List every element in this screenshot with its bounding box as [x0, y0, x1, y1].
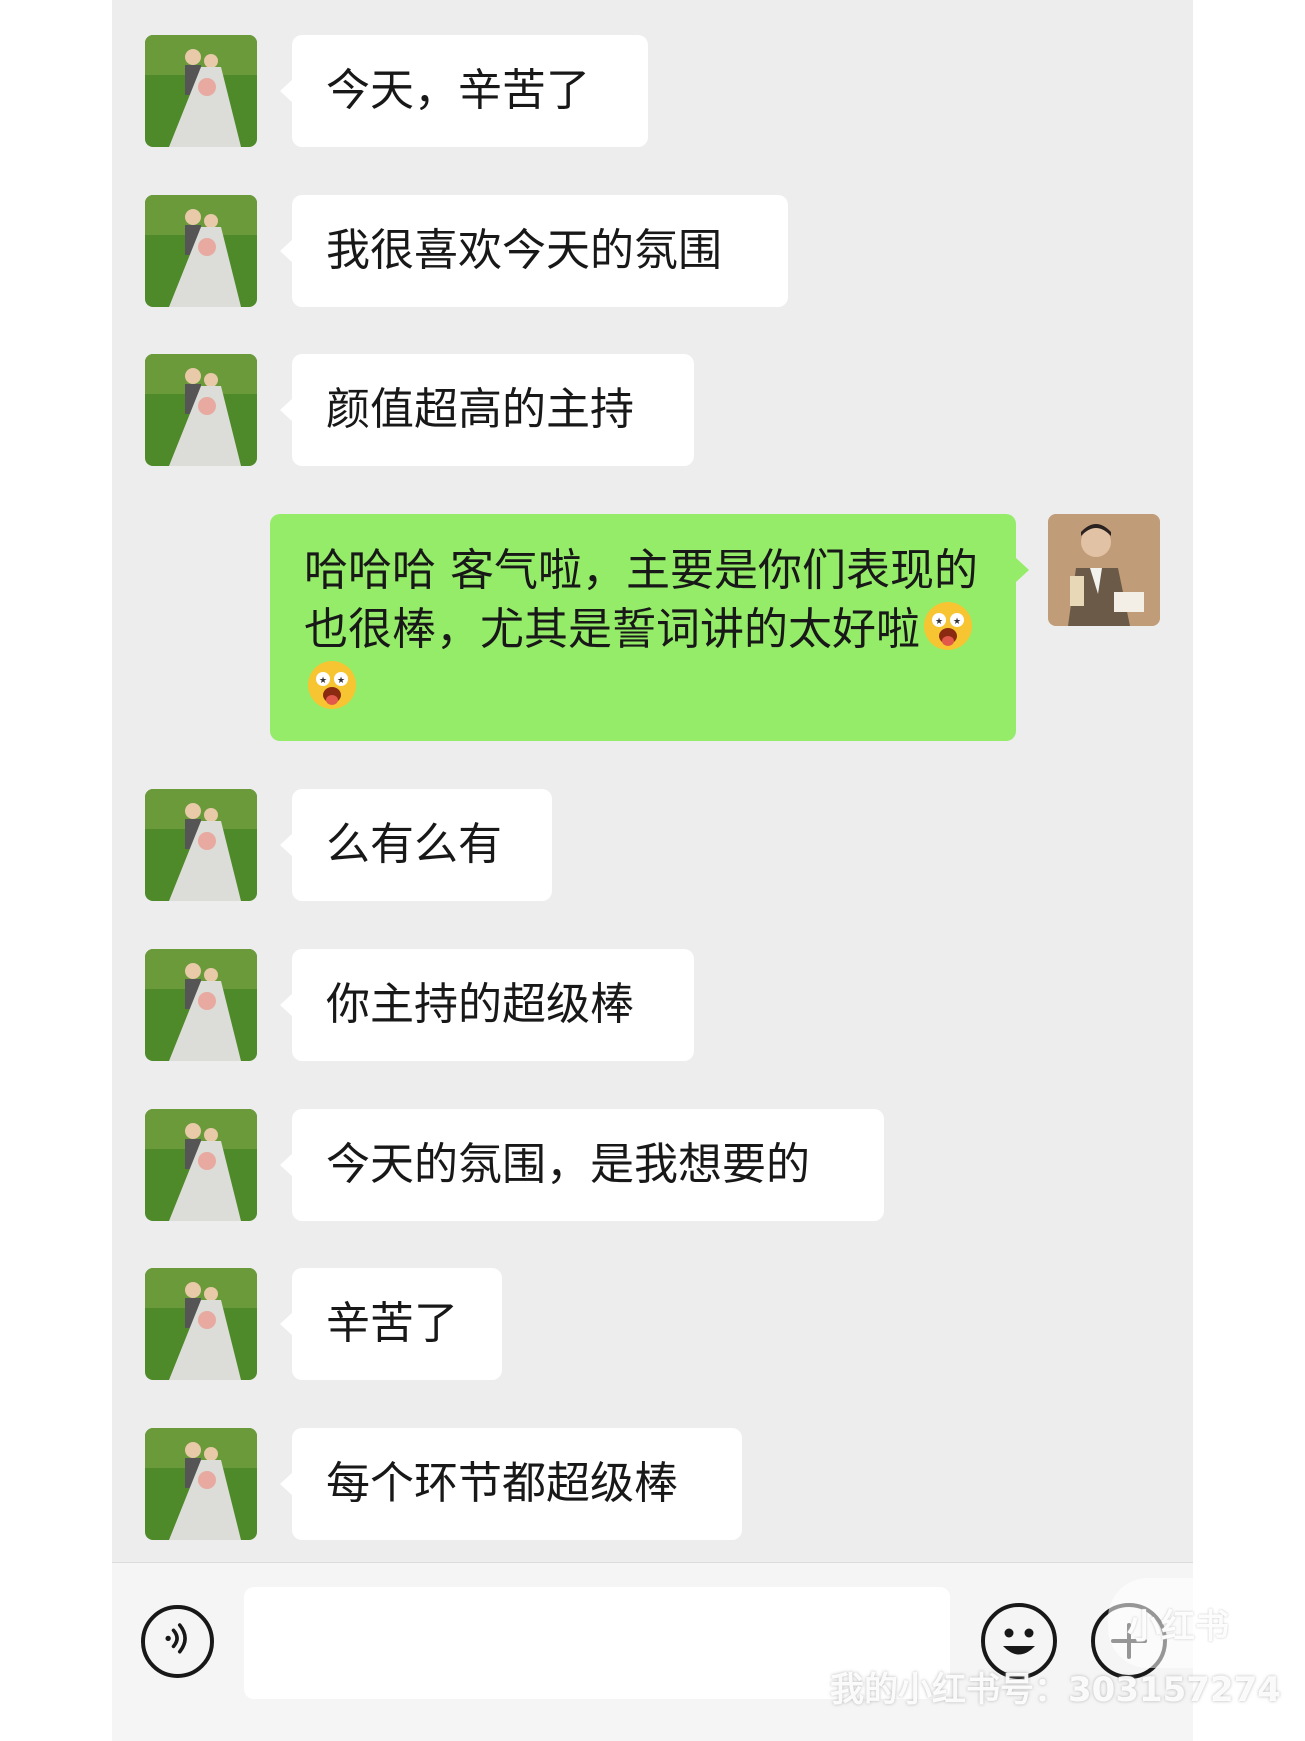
message-bubble[interactable]: 每个环节都超级棒 — [280, 1428, 742, 1540]
bride-groom-avatar[interactable] — [145, 1428, 257, 1540]
message-bubble[interactable]: 么有么有 — [280, 789, 552, 901]
message-bubble[interactable]: 辛苦了 — [280, 1268, 502, 1380]
bride-groom-avatar[interactable] — [145, 1109, 257, 1221]
message-bubble[interactable]: 颜值超高的主持 — [280, 354, 694, 466]
host-avatar[interactable] — [1048, 514, 1160, 626]
svg-text:★: ★ — [319, 676, 327, 686]
message-bubble[interactable]: 今天的氛围，是我想要的 — [280, 1109, 884, 1221]
svg-text:★: ★ — [935, 617, 943, 627]
watermark-logo-text: 小红书 — [1127, 1606, 1229, 1647]
message-bubble[interactable]: 今天，辛苦了 — [280, 35, 648, 147]
bride-groom-avatar[interactable] — [145, 1268, 257, 1380]
voice-icon — [165, 1623, 187, 1654]
chat-screen: 今天，辛苦了 我很喜欢今天的氛围 颜值超高的主持 哈哈哈 客气啦，主要是你们表现… — [112, 0, 1193, 1741]
drooling-star-eyes-emoji: ★ ★ — [306, 659, 358, 711]
message-bubble-outgoing[interactable]: 哈哈哈 客气啦，主要是你们表现的也很棒，尤其是誓词讲的太好啦 ★ ★ ★ ★ — [270, 514, 1029, 741]
watermark-id: 我的小红书号：303157274 — [830, 1670, 1281, 1710]
drooling-star-eyes-emoji: ★ ★ — [922, 600, 974, 652]
watermark-logo: 小红书 — [1108, 1578, 1248, 1668]
svg-text:★: ★ — [337, 676, 345, 686]
message-bubble[interactable]: 你主持的超级棒 — [280, 949, 694, 1061]
bride-groom-avatar[interactable] — [145, 949, 257, 1061]
message-text: 哈哈哈 客气啦，主要是你们表现的也很棒，尤其是誓词讲的太好啦 — [304, 545, 978, 655]
voice-button[interactable] — [141, 1605, 214, 1678]
svg-text:★: ★ — [953, 617, 961, 627]
bride-groom-avatar[interactable] — [145, 789, 257, 901]
bride-groom-avatar[interactable] — [145, 354, 257, 466]
message-bubble[interactable]: 我很喜欢今天的氛围 — [280, 195, 788, 307]
input-bar — [112, 1562, 1193, 1741]
bride-groom-avatar[interactable] — [145, 195, 257, 307]
bride-groom-avatar[interactable] — [145, 35, 257, 147]
